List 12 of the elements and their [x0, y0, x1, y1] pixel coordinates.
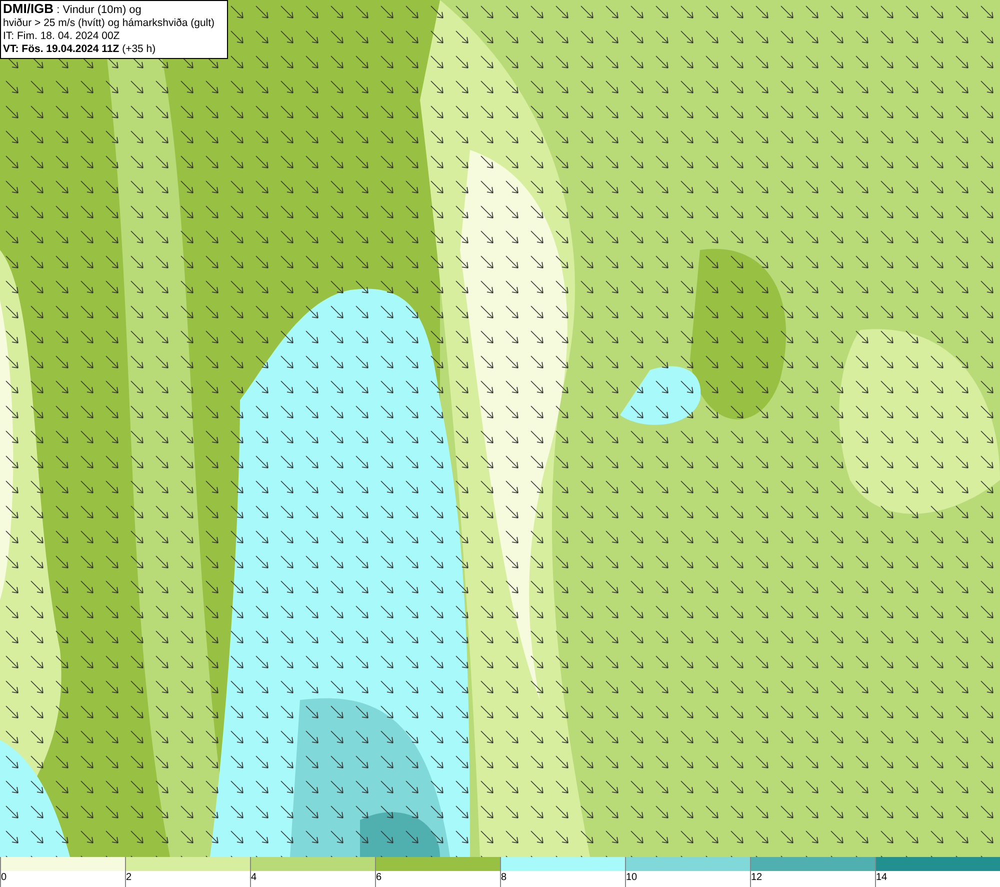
legend-label: 8 [501, 871, 507, 885]
info-text: DMI/IGB : Vindur (10m) og [3, 2, 142, 17]
legend-label: 2 [126, 871, 132, 885]
legend-label: 4 [251, 871, 257, 885]
info-text: VT: Fös. 19.04.2024 11Z (+35 h) [3, 43, 157, 56]
legend-label: 0 [1, 871, 7, 885]
info-text: hviður > 25 m/s (hvítt) og hámarkshviða (gult) [3, 17, 216, 30]
legend-label: 6 [376, 871, 382, 885]
legend-label: 14 [876, 871, 888, 885]
legend-label: 12 [751, 871, 762, 885]
legend-label: 10 [626, 871, 638, 885]
info-text: IT: Fim. 18. 04. 2024 00Z [3, 30, 121, 43]
